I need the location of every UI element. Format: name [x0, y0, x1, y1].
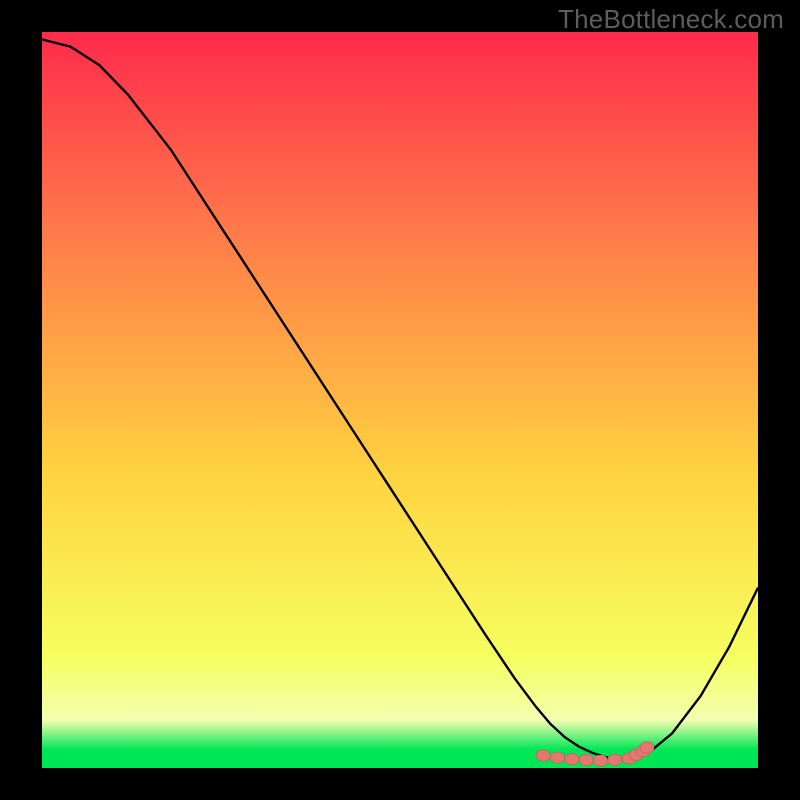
- curve-marker: [579, 754, 593, 765]
- watermark-text: TheBottleneck.com: [558, 4, 784, 35]
- curve-marker: [565, 754, 579, 765]
- gradient-background: [42, 32, 758, 768]
- curve-marker: [536, 750, 550, 761]
- curve-marker: [640, 742, 654, 753]
- chart-frame: TheBottleneck.com: [0, 0, 800, 800]
- curve-marker: [551, 752, 565, 763]
- curve-marker: [593, 755, 607, 766]
- chart-svg: [42, 32, 758, 768]
- curve-marker: [608, 754, 622, 765]
- plot-area: [42, 32, 758, 768]
